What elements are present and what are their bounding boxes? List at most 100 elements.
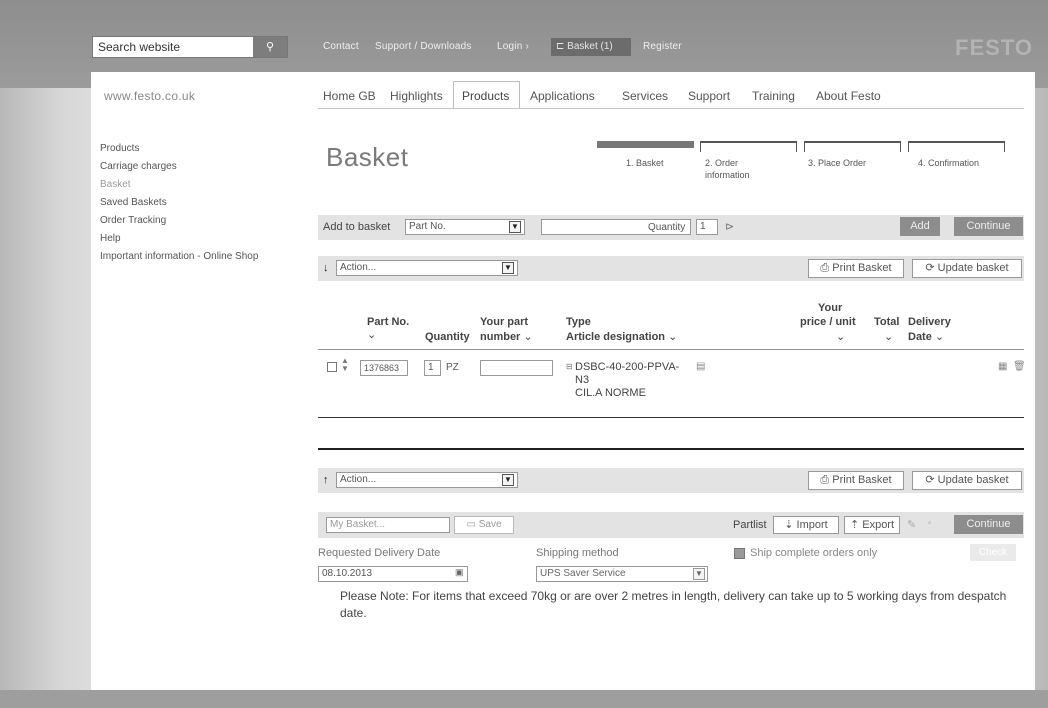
action-select-bottom[interactable]: Action... bbox=[336, 472, 518, 488]
nav-about[interactable]: About Festo bbox=[816, 89, 881, 103]
import-button[interactable]: ⇣ Import bbox=[773, 516, 839, 534]
header-divider bbox=[318, 349, 1024, 350]
search-input[interactable]: Search website ⚲ bbox=[92, 36, 288, 58]
step-1-label: 1. Basket bbox=[626, 158, 664, 168]
arrow-up-icon: ↑ bbox=[323, 474, 329, 486]
refresh-icon: ⟳ bbox=[925, 474, 935, 486]
header-your: Your bbox=[818, 302, 843, 314]
update-basket-button-top[interactable]: ⟳ Update basket bbox=[912, 259, 1022, 278]
export-button[interactable]: ⇡ Export bbox=[844, 516, 900, 534]
print-label: Print Basket bbox=[832, 474, 892, 486]
nav-highlights[interactable]: Highlights bbox=[390, 89, 443, 103]
header-type: Type bbox=[566, 316, 591, 328]
partlist-label: Partlist bbox=[733, 519, 767, 531]
festo-logo[interactable]: FESTO bbox=[955, 35, 1033, 61]
left-nav-saved-baskets[interactable]: Saved Baskets bbox=[100, 197, 167, 208]
bottom-bar bbox=[0, 690, 1048, 708]
shipping-label: Shipping method bbox=[536, 547, 619, 559]
add-type-value: Part No. bbox=[409, 221, 446, 232]
basket-name-placeholder: My Basket... bbox=[330, 519, 386, 530]
header-your-part: Your part bbox=[480, 316, 529, 328]
nav-applications[interactable]: Applications bbox=[530, 89, 595, 103]
req-delivery-input[interactable]: 08.10.2013 bbox=[318, 566, 468, 582]
left-nav-products[interactable]: Products bbox=[100, 143, 139, 154]
row-type-line1[interactable]: DSBC-40-200-PPVA- bbox=[575, 361, 679, 374]
add-to-basket-label: Add to basket bbox=[323, 221, 391, 233]
nav-training[interactable]: Training bbox=[752, 89, 795, 103]
basket-name-input[interactable]: My Basket... bbox=[326, 517, 450, 533]
add-type-select[interactable]: Part No. bbox=[405, 219, 525, 235]
row-qty-input[interactable]: 1 bbox=[424, 360, 441, 376]
step-4-bar bbox=[908, 141, 1005, 152]
login-link[interactable]: Login › bbox=[497, 41, 529, 52]
action-value-top: Action... bbox=[340, 262, 377, 273]
delete-icon[interactable]: 🗑 bbox=[1013, 361, 1026, 372]
chevron-down-icon[interactable]: ▼ bbox=[502, 474, 514, 486]
print-basket-button-top[interactable]: ⎙ Print Basket bbox=[808, 259, 904, 278]
quantity-value: 1 bbox=[700, 221, 706, 232]
shipping-select[interactable]: UPS Saver Service bbox=[536, 566, 708, 582]
support-downloads-link[interactable]: Support / Downloads bbox=[375, 41, 472, 52]
expand-icon[interactable]: ⊟ bbox=[566, 362, 573, 371]
site-url[interactable]: www.festo.co.uk bbox=[104, 89, 195, 103]
contact-link[interactable]: Contact bbox=[323, 41, 359, 52]
sort-icon[interactable]: ⌄ bbox=[884, 331, 893, 344]
shipping-note: Please Note: For items that exceed 70kg … bbox=[340, 589, 1007, 620]
left-nav-important-info[interactable]: Important information - Online Shop bbox=[100, 251, 258, 262]
calendar-icon[interactable]: ▣ bbox=[455, 567, 464, 578]
header-article: Article designation ⌄ bbox=[566, 331, 678, 343]
header-date: Date ⌄ bbox=[908, 331, 945, 343]
basket-label: Basket (1) bbox=[567, 41, 613, 52]
step-3-label: 3. Place Order bbox=[808, 158, 867, 168]
row-type-line2: N3 bbox=[575, 374, 590, 386]
nav-services[interactable]: Services bbox=[622, 89, 668, 103]
quantity-input[interactable]: 1 bbox=[696, 219, 718, 235]
import-icon: ⇣ bbox=[784, 519, 794, 531]
header-quantity: Quantity bbox=[425, 331, 470, 343]
row-divider bbox=[318, 417, 1024, 418]
left-nav-basket[interactable]: Basket bbox=[100, 179, 131, 190]
left-nav-order-tracking[interactable]: Order Tracking bbox=[100, 215, 166, 226]
sort-icon[interactable]: ⌄ bbox=[836, 331, 845, 344]
continue-button-bottom[interactable]: Continue bbox=[954, 515, 1023, 534]
print-label: Print Basket bbox=[832, 262, 892, 274]
details-icon[interactable]: ▦ bbox=[998, 361, 1007, 372]
step-2-bar bbox=[700, 141, 797, 152]
nav-home[interactable]: Home GB bbox=[323, 89, 376, 103]
row-your-part-input[interactable] bbox=[480, 360, 553, 376]
add-button[interactable]: Add bbox=[900, 217, 940, 236]
row-checkbox[interactable] bbox=[327, 362, 337, 372]
refresh-icon: ⟳ bbox=[925, 262, 935, 274]
chevron-down-icon[interactable]: ▼ bbox=[693, 568, 705, 580]
export-icon: ⇡ bbox=[849, 519, 860, 531]
save-icon: ▭ bbox=[466, 519, 476, 530]
edit-icon[interactable]: ✎ bbox=[907, 518, 916, 531]
chevron-down-icon[interactable]: ▼ bbox=[502, 262, 514, 274]
save-button[interactable]: ▭ Save bbox=[454, 516, 514, 534]
basket-button[interactable]: ⊏ Basket (1) bbox=[551, 38, 631, 56]
check-button[interactable]: Check bbox=[970, 544, 1016, 561]
left-nav-help[interactable]: Help bbox=[100, 233, 121, 244]
page-title: Basket bbox=[326, 142, 409, 172]
left-nav-carriage[interactable]: Carriage charges bbox=[100, 161, 177, 172]
update-label: Update basket bbox=[937, 262, 1009, 274]
help-icon[interactable]: ▫ bbox=[928, 518, 932, 529]
reorder-icon[interactable]: ▲ ▼ bbox=[341, 357, 349, 373]
nav-support[interactable]: Support bbox=[688, 89, 730, 103]
search-icon[interactable]: ⚲ bbox=[253, 37, 287, 57]
chevron-down-icon[interactable]: ▼ bbox=[509, 221, 521, 233]
table-end-line bbox=[318, 448, 1024, 450]
print-icon: ⎙ bbox=[820, 262, 830, 274]
search-placeholder: Search website bbox=[98, 40, 181, 54]
datasheet-icon[interactable]: ▤ bbox=[696, 361, 705, 372]
row-part-no: 1376863 bbox=[364, 363, 400, 373]
nav-products[interactable]: Products bbox=[462, 89, 509, 103]
action-select-top[interactable]: Action... bbox=[336, 260, 518, 276]
register-link[interactable]: Register bbox=[643, 41, 682, 52]
continue-button-top[interactable]: Continue bbox=[954, 217, 1023, 236]
ship-complete-checkbox[interactable] bbox=[734, 548, 745, 559]
update-basket-button-bottom[interactable]: ⟳ Update basket bbox=[912, 471, 1022, 490]
row-part-no-input[interactable]: 1376863 bbox=[360, 360, 408, 376]
basket-add-icon[interactable]: ⊳ bbox=[725, 220, 734, 233]
print-basket-button-bottom[interactable]: ⎙ Print Basket bbox=[808, 471, 904, 490]
